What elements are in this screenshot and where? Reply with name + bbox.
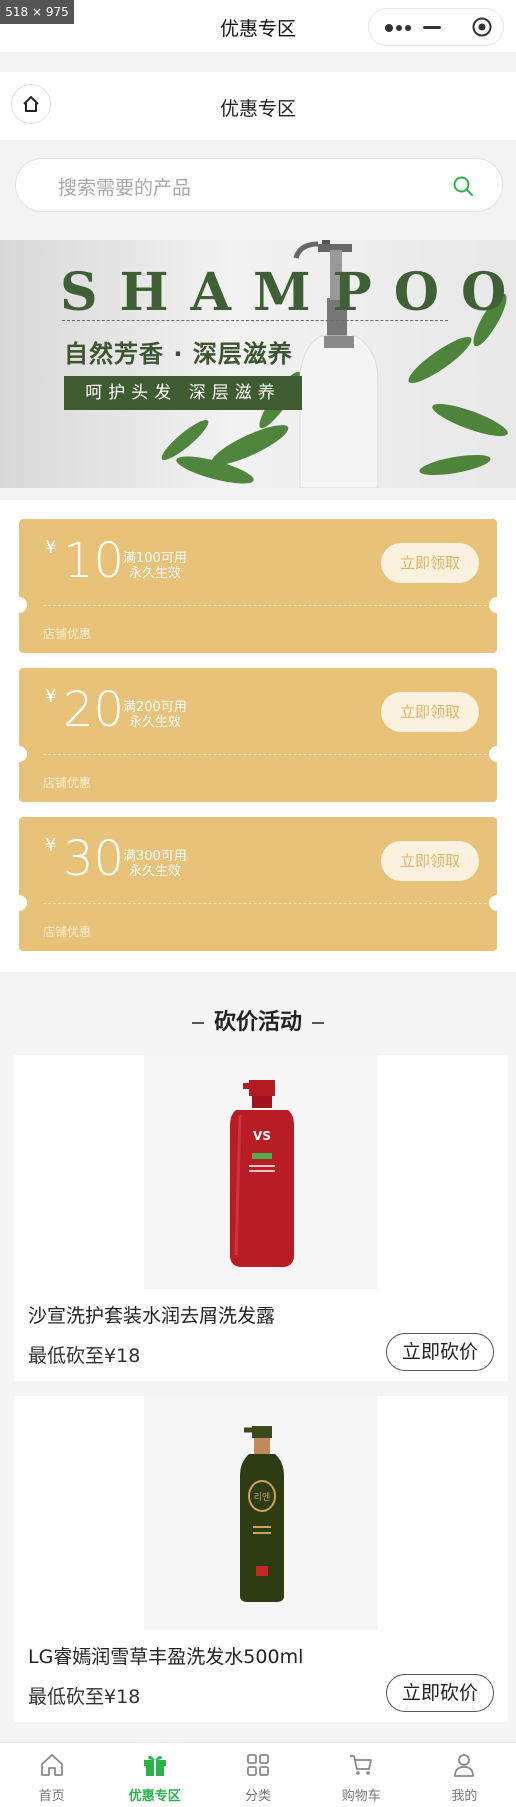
banner-slogan: 自然芳香 · 深层滋养: [64, 340, 293, 368]
bargain-title-text: 砍价活动: [213, 1010, 302, 1035]
banner-divider: [62, 320, 448, 321]
tab-category[interactable]: 分类: [206, 1743, 309, 1807]
product-price: 最低砍至¥18: [28, 1341, 140, 1368]
coupon-condition: 满200可用 永久生效: [123, 700, 187, 730]
tab-home[interactable]: 首页: [0, 1743, 103, 1807]
category-icon: [247, 1754, 269, 1776]
coupon-notch: [489, 746, 505, 762]
capsule-menu: [368, 8, 504, 46]
bargain-button[interactable]: 立即砍价: [386, 1333, 494, 1371]
price-value: ¥18: [104, 1345, 141, 1367]
tab-profile[interactable]: 我的: [413, 1743, 516, 1807]
product-image[interactable]: VS: [144, 1055, 378, 1289]
product-image[interactable]: 리엔: [144, 1396, 378, 1630]
coupon-shop-label: 店铺优惠: [43, 776, 92, 790]
claim-coupon-button[interactable]: 立即领取: [381, 692, 479, 732]
close-target-icon[interactable]: [472, 17, 492, 37]
claim-coupon-button[interactable]: 立即领取: [381, 543, 479, 583]
coupon-currency: ¥: [45, 835, 57, 856]
svg-text:VS: VS: [253, 1129, 271, 1143]
coupon-threshold: 满300可用: [123, 849, 187, 864]
bargain-section-title: 砍价活动: [0, 1004, 516, 1036]
bargain-button[interactable]: 立即砍价: [386, 1674, 494, 1712]
tab-discount-zone[interactable]: 优惠专区: [103, 1743, 206, 1807]
tab-label: 购物车: [341, 1789, 381, 1804]
coupon-divider: [43, 605, 497, 606]
title-dash: [312, 1022, 324, 1024]
coupon-divider: [43, 754, 497, 755]
page-title: 优惠专区: [219, 98, 296, 120]
coupon-notch: [489, 895, 505, 911]
coupon-currency: ¥: [45, 686, 57, 707]
page-header: 优惠专区: [0, 72, 516, 140]
red-shampoo-bottle-image: VS: [230, 1080, 294, 1267]
product-name: 沙宣洗护套装水润去屑洗发露: [28, 1305, 276, 1327]
price-label: 最低砍至: [28, 1686, 105, 1708]
coupon-validity: 永久生效: [129, 566, 182, 581]
svg-text:리엔: 리엔: [254, 1492, 271, 1503]
wechat-nav-bar: 优惠专区: [0, 0, 516, 52]
banner-tagline: 呵护头发 深层滋养: [64, 376, 302, 410]
coupon-condition: 满100可用 永久生效: [123, 551, 187, 581]
minimize-icon[interactable]: [423, 26, 441, 29]
search-bar[interactable]: 搜索需要的产品: [15, 158, 503, 212]
more-dots-icon[interactable]: [383, 18, 413, 38]
coupon-card: ¥ 20 满200可用 永久生效 立即领取 店铺优惠: [11, 668, 505, 802]
price-value: ¥18: [104, 1686, 141, 1708]
coupon-amount: 20: [63, 682, 125, 738]
coupon-amount: 30: [63, 831, 125, 887]
coupon-amount: 10: [63, 533, 125, 589]
coupon-validity: 永久生效: [129, 715, 182, 730]
product-price: 最低砍至¥18: [28, 1682, 140, 1709]
coupon-notch: [11, 597, 27, 613]
home-icon: [40, 1754, 63, 1776]
tab-label: 首页: [38, 1789, 65, 1804]
tab-label: 优惠专区: [128, 1789, 181, 1804]
search-icon[interactable]: [452, 175, 474, 197]
coupon-currency: ¥: [45, 537, 57, 558]
cart-icon: [350, 1755, 373, 1775]
promo-banner[interactable]: SHAMPOO 自然芳香 · 深层滋养 呵护头发 深层滋养: [0, 240, 516, 488]
coupon-divider: [43, 903, 497, 904]
tab-label: 分类: [245, 1789, 272, 1804]
tab-cart[interactable]: 购物车: [310, 1743, 413, 1807]
green-shampoo-bottle-image: 리엔: [240, 1426, 284, 1602]
dimension-badge: 518 × 975: [0, 0, 74, 24]
coupon-threshold: 满200可用: [123, 700, 187, 715]
bottom-tab-bar: 首页 优惠专区 分类 购物车 我的: [0, 1742, 516, 1807]
coupon-threshold: 满100可用: [123, 551, 187, 566]
tab-label: 我的: [451, 1789, 478, 1804]
coupon-notch: [11, 895, 27, 911]
coupon-notch: [11, 746, 27, 762]
bargain-product-card[interactable]: 리엔 LG睿嫣润雪草丰盈洗发水500ml 最低砍至¥18 立即砍价: [14, 1396, 508, 1722]
search-placeholder: 搜索需要的产品: [58, 177, 192, 199]
gift-icon: [143, 1755, 166, 1776]
coupon-card: ¥ 10 满100可用 永久生效 立即领取 店铺优惠: [11, 519, 505, 653]
coupon-shop-label: 店铺优惠: [43, 627, 92, 641]
user-icon: [454, 1754, 475, 1777]
title-dash: [191, 1022, 204, 1024]
coupon-card: ¥ 30 满300可用 永久生效 立即领取 店铺优惠: [11, 817, 505, 951]
product-name: LG睿嫣润雪草丰盈洗发水500ml: [28, 1646, 304, 1668]
coupon-condition: 满300可用 永久生效: [123, 849, 187, 879]
coupon-notch: [489, 597, 505, 613]
coupon-shop-label: 店铺优惠: [43, 925, 92, 939]
banner-headline: SHAMPOO: [60, 262, 516, 323]
price-label: 最低砍至: [28, 1345, 105, 1367]
claim-coupon-button[interactable]: 立即领取: [381, 841, 479, 881]
coupon-validity: 永久生效: [129, 864, 182, 879]
bargain-product-card[interactable]: VS 沙宣洗护套装水润去屑洗发露 最低砍至¥18 立即砍价: [14, 1055, 508, 1381]
